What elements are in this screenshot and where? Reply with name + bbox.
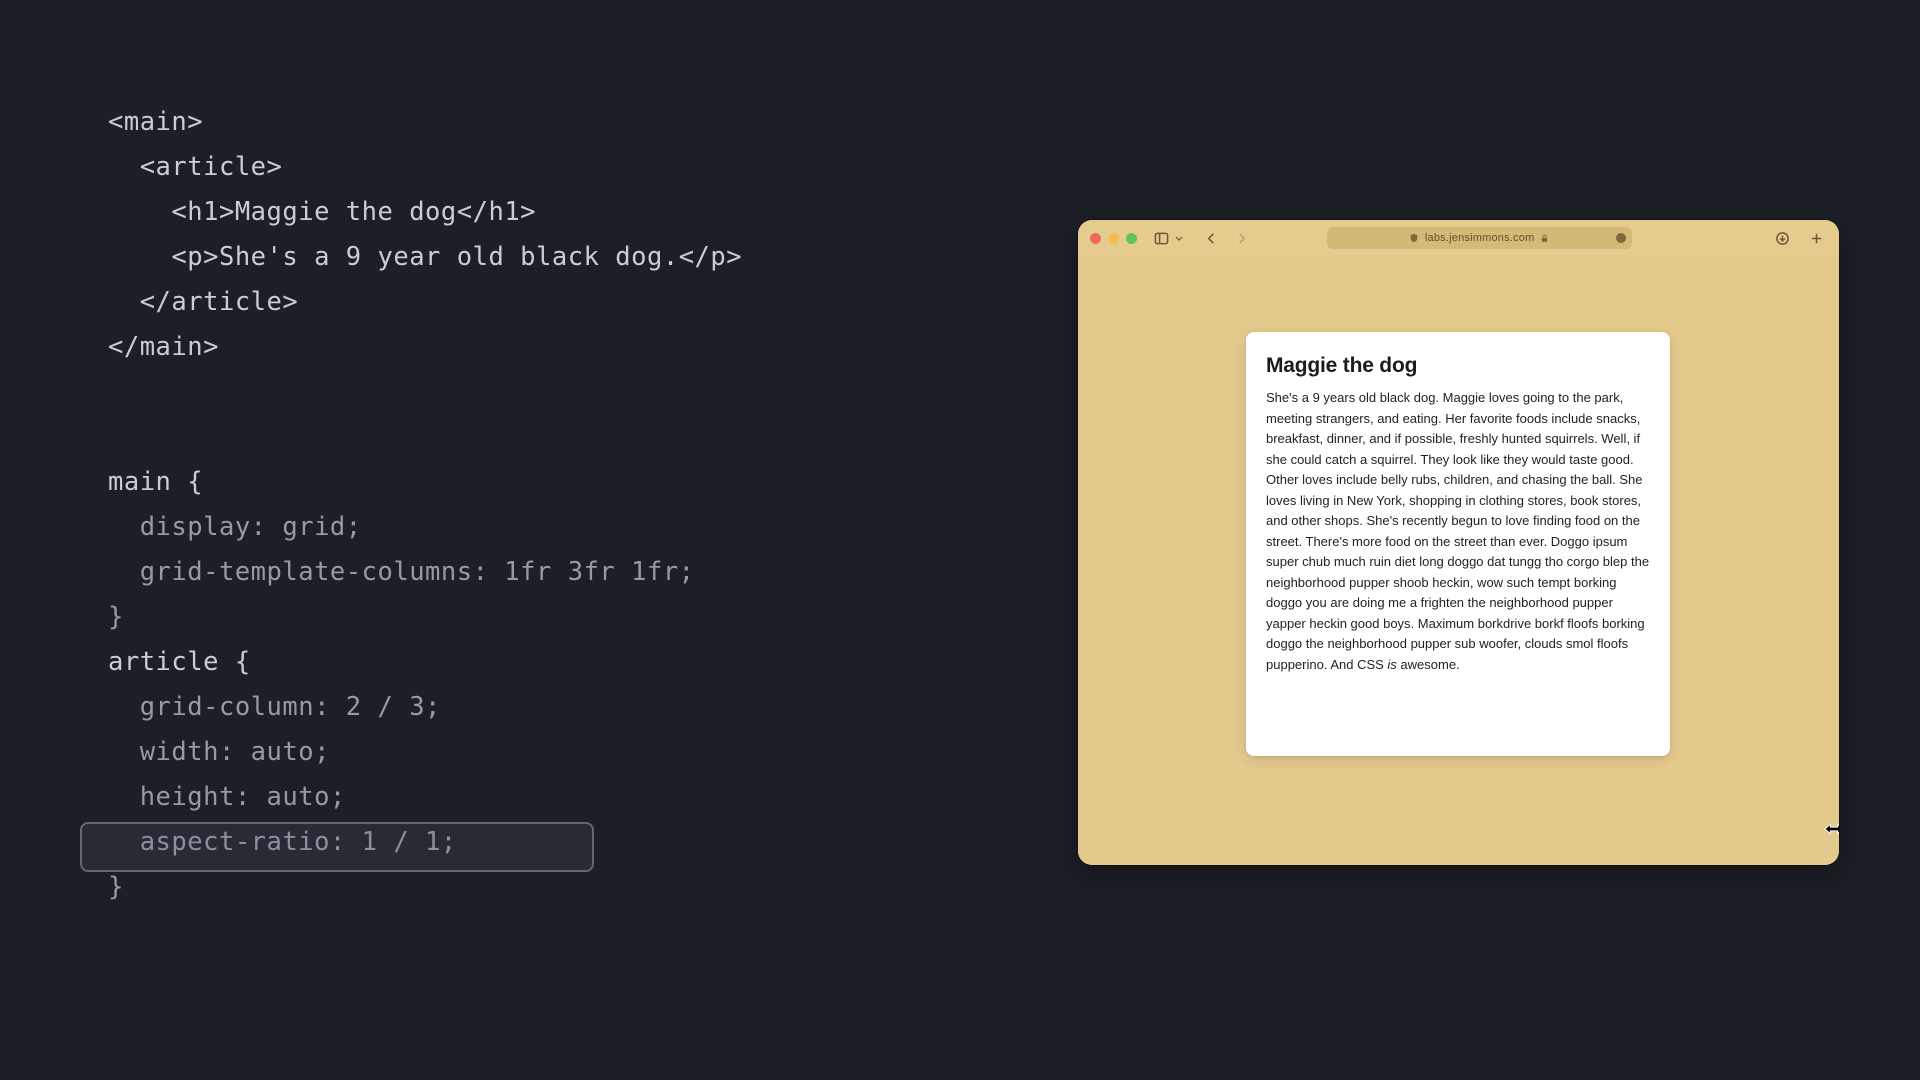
code-line: display: grid; [108, 505, 938, 550]
chevron-down-icon[interactable] [1173, 228, 1185, 248]
code-line: } [108, 595, 938, 640]
code-pane: <main> <article> <h1>Maggie the dog</h1>… [108, 100, 938, 910]
code-line: article { [108, 640, 938, 685]
code-line: <article> [108, 145, 938, 190]
reader-mode-icon[interactable] [1616, 233, 1626, 243]
code-line: } [108, 865, 938, 910]
sidebar-toggle-icon[interactable] [1151, 228, 1171, 248]
maximize-window-button[interactable] [1126, 233, 1137, 244]
traffic-lights [1090, 233, 1137, 244]
browser-viewport: Maggie the dog She's a 9 years old black… [1078, 256, 1839, 865]
article-body: She's a 9 years old black dog. Maggie lo… [1266, 388, 1650, 675]
article-title: Maggie the dog [1266, 354, 1650, 378]
minimize-window-button[interactable] [1108, 233, 1119, 244]
browser-toolbar: labs.jensimmons.com [1078, 220, 1839, 256]
code-line: <h1>Maggie the dog</h1> [108, 190, 938, 235]
address-bar-url: labs.jensimmons.com [1425, 232, 1535, 244]
code-line [108, 370, 938, 415]
privacy-shield-icon [1409, 233, 1419, 243]
code-line: width: auto; [108, 730, 938, 775]
back-button[interactable] [1201, 228, 1221, 248]
code-line: main { [108, 460, 938, 505]
downloads-icon[interactable] [1773, 228, 1793, 248]
code-line: <main> [108, 100, 938, 145]
code-line-highlighted: aspect-ratio: 1 / 1; [108, 820, 938, 865]
new-tab-button[interactable] [1807, 228, 1827, 248]
code-line: grid-template-columns: 1fr 3fr 1fr; [108, 550, 938, 595]
browser-window: labs.jensimmons.com Maggie the dog She's… [1078, 220, 1839, 865]
address-bar[interactable]: labs.jensimmons.com [1327, 227, 1632, 249]
code-line: grid-column: 2 / 3; [108, 685, 938, 730]
article-card: Maggie the dog She's a 9 years old black… [1246, 332, 1670, 756]
lock-icon [1540, 234, 1549, 243]
code-line: height: auto; [108, 775, 938, 820]
forward-button[interactable] [1231, 228, 1251, 248]
close-window-button[interactable] [1090, 233, 1101, 244]
code-line [108, 415, 938, 460]
code-line: </article> [108, 280, 938, 325]
code-line: <p>She's a 9 year old black dog.</p> [108, 235, 938, 280]
code-line: </main> [108, 325, 938, 370]
